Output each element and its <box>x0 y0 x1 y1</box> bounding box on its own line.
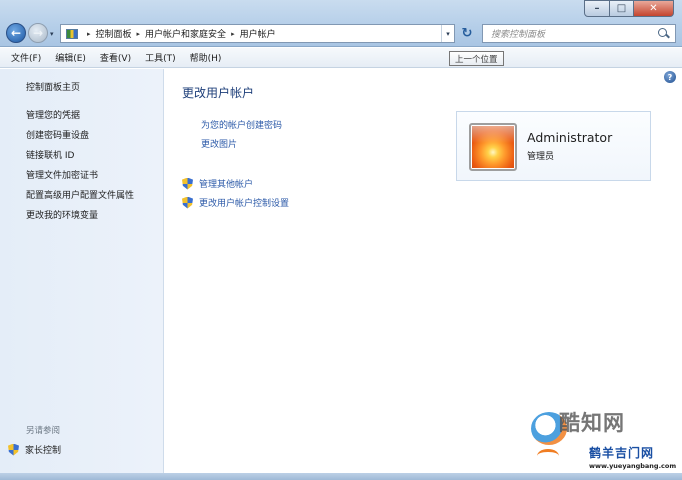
forward-button[interactable]: → <box>28 23 48 43</box>
back-button[interactable]: ← <box>6 23 26 43</box>
menu-view[interactable]: 查看(V) <box>93 51 138 64</box>
menu-tools[interactable]: 工具(T) <box>138 51 183 64</box>
change-uac-settings-label: 更改用户帐户控制设置 <box>199 199 290 209</box>
maximize-button[interactable]: □ <box>610 0 634 17</box>
window-controls: – □ ✕ <box>584 0 674 17</box>
parental-controls-label: 家长控制 <box>25 446 62 456</box>
see-also-heading: 另请参阅 <box>26 426 61 436</box>
refresh-button[interactable]: ↻ <box>457 24 477 43</box>
help-icon[interactable]: ? <box>664 71 676 83</box>
watermark-brand-2: 鹤羊吉门网 <box>589 446 655 460</box>
address-dropdown-button[interactable]: ▾ <box>441 25 454 42</box>
menu-file[interactable]: 文件(F) <box>4 51 48 64</box>
menu-bar: 文件(F) 编辑(E) 查看(V) 工具(T) 帮助(H) <box>0 48 682 68</box>
breadcrumb-arrow-icon[interactable]: ▸ <box>231 30 235 38</box>
task-manage-encryption-certificates[interactable]: 管理文件加密证书 <box>26 168 98 181</box>
task-manage-credentials[interactable]: 管理您的凭据 <box>26 108 80 121</box>
task-change-environment-variables[interactable]: 更改我的环境变量 <box>26 208 98 221</box>
window-bottom-edge <box>0 473 682 480</box>
search-icon[interactable] <box>657 27 671 41</box>
task-link-online-id[interactable]: 链接联机 ID <box>26 148 74 161</box>
close-button[interactable]: ✕ <box>634 0 674 17</box>
breadcrumb-user-accounts[interactable]: 用户帐户 <box>240 27 276 40</box>
watermark-logo: 酷知网 鹤羊吉门网 www.yueyangbang.com <box>523 405 682 480</box>
account-name: Administrator <box>527 130 613 145</box>
change-picture-link[interactable]: 更改图片 <box>201 137 237 150</box>
uac-shield-icon <box>182 196 193 209</box>
breadcrumb-arrow-icon[interactable]: ▸ <box>137 30 141 38</box>
create-password-link[interactable]: 为您的帐户创建密码 <box>201 118 282 131</box>
task-create-password-reset-disk[interactable]: 创建密码重设盘 <box>26 128 89 141</box>
user-avatar <box>469 123 517 171</box>
address-bar[interactable]: ▸ 控制面板 ▸ 用户帐户和家庭安全 ▸ 用户帐户 ▾ <box>60 24 455 43</box>
search-input[interactable]: 搜索控制面板 <box>483 27 657 40</box>
title-bar: – □ ✕ ← → ▾ ▸ 控制面板 ▸ 用户帐户和家庭安全 ▸ 用户帐户 ▾ … <box>0 0 682 47</box>
manage-other-accounts-link[interactable]: 管理其他帐户 <box>182 177 253 190</box>
breadcrumb-user-accounts-family-safety[interactable]: 用户帐户和家庭安全 <box>145 27 226 40</box>
breadcrumb-arrow-icon[interactable]: ▸ <box>87 30 91 38</box>
control-panel-icon <box>66 28 78 39</box>
account-role: 管理员 <box>527 152 555 162</box>
account-card: Administrator 管理员 <box>456 111 651 181</box>
uac-shield-icon <box>8 443 19 456</box>
control-panel-home-link[interactable]: 控制面板主页 <box>26 80 80 93</box>
breadcrumb-control-panel[interactable]: 控制面板 <box>96 27 132 40</box>
parental-controls-link[interactable]: 家长控制 <box>8 443 61 456</box>
menu-edit[interactable]: 编辑(E) <box>48 51 93 64</box>
uac-shield-icon <box>182 177 193 190</box>
menu-help[interactable]: 帮助(H) <box>183 51 229 64</box>
page-title: 更改用户帐户 <box>182 86 255 100</box>
search-box[interactable]: 搜索控制面板 <box>482 24 676 43</box>
navigation-pane: 控制面板主页 管理您的凭据 创建密码重设盘 链接联机 ID 管理文件加密证书 配… <box>0 69 164 473</box>
recent-pages-dropdown[interactable]: ▾ <box>50 30 54 38</box>
task-advanced-profile-properties[interactable]: 配置高级用户配置文件属性 <box>26 188 134 201</box>
watermark-brand: 酷知网 <box>559 411 625 435</box>
minimize-button[interactable]: – <box>584 0 610 17</box>
back-tooltip: 上一个位置 <box>449 51 504 66</box>
change-uac-settings-link[interactable]: 更改用户帐户控制设置 <box>182 196 289 209</box>
watermark-url: www.yueyangbang.com <box>589 462 677 470</box>
manage-other-accounts-label: 管理其他帐户 <box>199 180 254 190</box>
wifi-icon <box>537 449 559 463</box>
